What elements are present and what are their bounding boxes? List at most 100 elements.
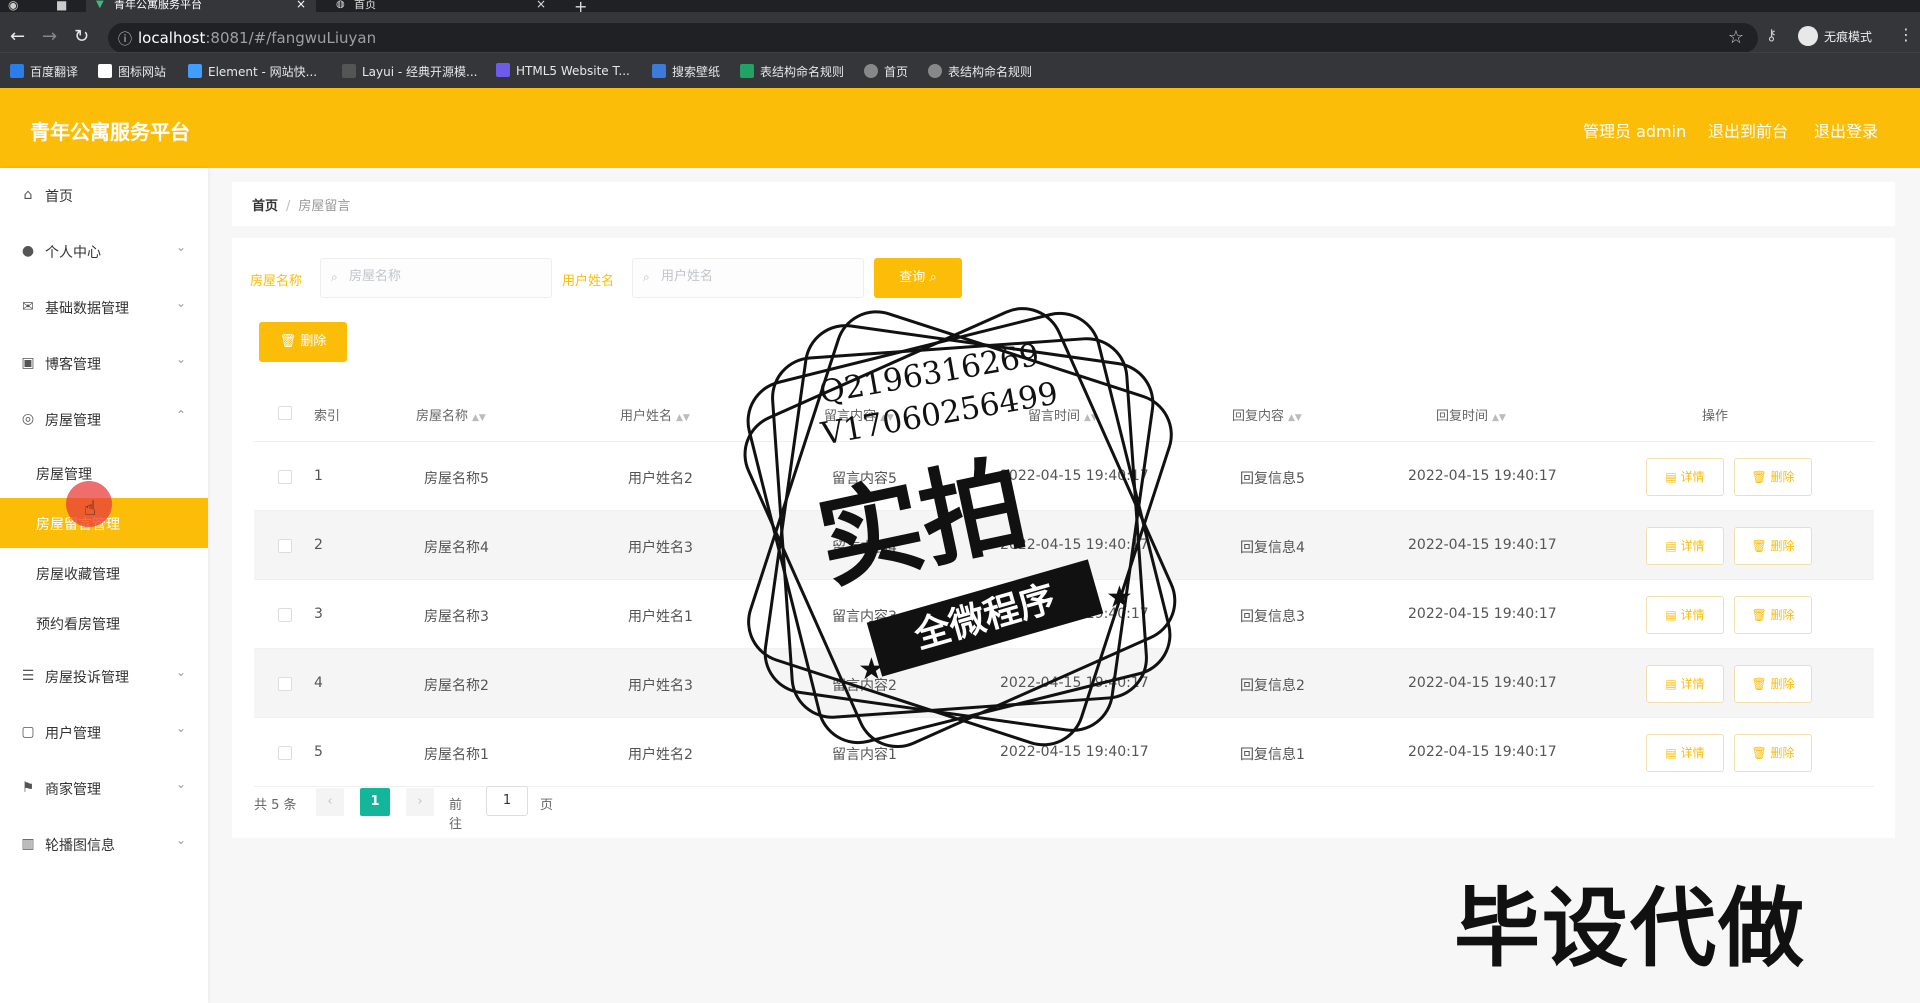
bookmark-star-icon[interactable]: ☆ — [1728, 27, 1744, 48]
user-name-label: 用户姓名 — [562, 274, 615, 289]
sidebar-item-label: 博客管理 — [45, 357, 101, 373]
bookmark-item[interactable]: 表结构命名规则 — [928, 63, 1032, 80]
layui-icon — [342, 64, 356, 78]
breadcrumb-home[interactable]: 首页 — [252, 199, 278, 214]
row-checkbox[interactable] — [278, 677, 292, 691]
sidebar: ⌂ 首页 ● 个人中心 ⌄ ✉ 基础数据管理 ⌄ ▣ 博客管理 ⌄ ◎ 房屋管理… — [0, 168, 208, 1003]
forward-arrow-icon[interactable]: → — [42, 26, 57, 47]
prev-page-button[interactable]: ‹ — [316, 788, 344, 816]
bulk-delete-button[interactable]: 🗑 删除 — [259, 322, 347, 362]
delete-button[interactable]: 🗑 删除 — [1734, 527, 1812, 565]
sidebar-item-merchants[interactable]: ⚑ 商家管理 ⌄ — [0, 761, 208, 817]
detail-button[interactable]: ▤ 详情 — [1646, 734, 1724, 772]
cell-index: 4 — [314, 675, 323, 691]
house-name-label: 房屋名称 — [250, 274, 303, 289]
search-button[interactable]: 查询 ⌕ — [874, 258, 962, 298]
front-link[interactable]: 退出到前台 — [1708, 118, 1788, 142]
bookmark-item[interactable]: HTML5 Website T... — [496, 63, 630, 78]
browser-tab-2[interactable]: ◍ 首页 × — [326, 0, 556, 12]
delete-button[interactable]: 🗑 删除 — [1734, 596, 1812, 634]
column-header-message-time[interactable]: 留言时间 ▲▼ — [1028, 405, 1098, 424]
delete-button[interactable]: 🗑 删除 — [1734, 458, 1812, 496]
cell-message-time: 2022-04-15 19:40:17 — [1000, 468, 1149, 484]
cell-reply: 回复信息5 — [1240, 471, 1305, 487]
column-header-message[interactable]: 留言内容 ▲▼ — [824, 405, 894, 424]
sidebar-item-home[interactable]: ⌂ 首页 — [0, 168, 208, 224]
table-row: 5 房屋名称1 用户姓名2 留言内容1 2022-04-15 19:40:17 … — [254, 718, 1874, 787]
column-header-house[interactable]: 房屋名称 ▲▼ — [416, 405, 486, 424]
tab-title: 首页 — [354, 0, 376, 11]
table-row: 2 房屋名称4 用户姓名3 留言内容4 2022-04-15 19:40:17 … — [254, 511, 1874, 580]
cell-reply: 回复信息1 — [1240, 747, 1305, 763]
bookmark-item[interactable]: 表结构命名规则 — [740, 63, 844, 80]
sidebar-item-profile[interactable]: ● 个人中心 ⌄ — [0, 224, 208, 280]
cell-message-time: 2022-04-15 19:40:17 — [1000, 744, 1149, 760]
close-tab-icon[interactable]: × — [296, 0, 306, 10]
sidebar-subitem-house-favorite[interactable]: 房屋收藏管理 — [0, 548, 208, 598]
url-text[interactable]: localhost:8081/#/fangwuLiuyan — [138, 29, 376, 47]
calendar-icon: ▣ — [21, 355, 35, 371]
close-tab-icon[interactable]: × — [536, 0, 546, 10]
trash-icon: 🗑 — [1751, 539, 1767, 553]
pagination-unit-label: 页 — [540, 798, 554, 813]
column-header-reply-time[interactable]: 回复时间 ▲▼ — [1436, 405, 1506, 424]
chevron-down-icon: ⌄ — [175, 296, 186, 310]
column-header-user[interactable]: 用户姓名 ▲▼ — [620, 405, 690, 424]
logout-link[interactable]: 退出登录 — [1814, 118, 1878, 142]
reload-icon[interactable]: ↻ — [74, 26, 89, 47]
house-name-input[interactable] — [349, 269, 539, 284]
sidebar-item-complaint[interactable]: ☰ 房屋投诉管理 ⌄ — [0, 649, 208, 705]
table-header: 索引 房屋名称 ▲▼ 用户姓名 ▲▼ 留言内容 ▲▼ 留言时间 ▲▼ 回复内容 ▲▼ 回复… — [254, 384, 1874, 442]
cell-message: 留言内容1 — [832, 747, 897, 763]
sort-icon: ▲▼ — [472, 413, 486, 423]
home-icon: ⌂ — [23, 187, 33, 203]
column-header-reply[interactable]: 回复内容 ▲▼ — [1232, 405, 1302, 424]
user-name-input[interactable] — [661, 269, 851, 284]
sidebar-item-users[interactable]: ▢ 用户管理 ⌄ — [0, 705, 208, 761]
select-all-checkbox[interactable] — [278, 406, 292, 420]
cell-message: 留言内容5 — [832, 471, 897, 487]
sidebar-item-label: 个人中心 — [45, 245, 101, 261]
bookmark-item[interactable]: Layui - 经典开源模... — [342, 63, 477, 80]
row-checkbox[interactable] — [278, 470, 292, 484]
delete-button[interactable]: 🗑 删除 — [1734, 665, 1812, 703]
bookmark-item[interactable]: 百度翻译 — [10, 63, 78, 80]
house-name-input-box[interactable]: ⌕ — [320, 258, 552, 298]
browser-tab-active[interactable]: ▼ 青年公寓服务平台 × — [86, 0, 316, 12]
detail-button[interactable]: ▤ 详情 — [1646, 527, 1724, 565]
search-icon: ⌕ — [643, 270, 650, 284]
cell-user: 用户姓名1 — [628, 609, 693, 625]
doc-icon: ▤ — [1665, 608, 1677, 622]
bookmark-item[interactable]: 首页 — [864, 63, 908, 80]
detail-button[interactable]: ▤ 详情 — [1646, 458, 1724, 496]
bookmarks-bar: 百度翻译 图标网站 Element - 网站快... Layui - 经典开源模… — [0, 52, 1920, 88]
cell-reply: 回复信息3 — [1240, 609, 1305, 625]
delete-button[interactable]: 🗑 删除 — [1734, 734, 1812, 772]
sidebar-item-blog[interactable]: ▣ 博客管理 ⌄ — [0, 336, 208, 392]
page-number-current[interactable]: 1 — [360, 788, 390, 816]
list-icon: ☰ — [21, 668, 35, 684]
bookmark-item[interactable]: 图标网站 — [98, 63, 166, 80]
detail-button[interactable]: ▤ 详情 — [1646, 665, 1724, 703]
pagination-goto-input[interactable]: 1 — [486, 786, 528, 816]
row-checkbox[interactable] — [278, 746, 292, 760]
incognito-indicator[interactable]: 无痕模式 — [1798, 25, 1872, 46]
sidebar-subitem-viewing-appointment[interactable]: 预约看房管理 — [0, 598, 208, 648]
bookmark-item[interactable]: Element - 网站快... — [188, 63, 317, 80]
row-checkbox[interactable] — [278, 539, 292, 553]
cell-message: 留言内容2 — [832, 678, 897, 694]
bookmark-item[interactable]: 搜索壁纸 — [652, 63, 720, 80]
sidebar-item-basic-data[interactable]: ✉ 基础数据管理 ⌄ — [0, 280, 208, 336]
sidebar-item-carousel[interactable]: ▥ 轮播图信息 ⌄ — [0, 817, 208, 873]
sidebar-item-house[interactable]: ◎ 房屋管理 ⌃ — [0, 392, 208, 448]
key-icon[interactable]: ⚷ — [1766, 26, 1777, 44]
row-checkbox[interactable] — [278, 608, 292, 622]
sidebar-item-label: 首页 — [45, 189, 73, 205]
url-bar[interactable]: ⓘ localhost:8081/#/fangwuLiuyan ☆ — [108, 23, 1758, 53]
browser-menu-icon[interactable]: ⋮ — [1898, 25, 1914, 44]
back-arrow-icon[interactable]: ← — [10, 26, 25, 47]
site-info-icon[interactable]: ⓘ — [118, 29, 132, 49]
user-name-input-box[interactable]: ⌕ — [632, 258, 864, 298]
detail-button[interactable]: ▤ 详情 — [1646, 596, 1724, 634]
next-page-button[interactable]: › — [406, 788, 434, 816]
